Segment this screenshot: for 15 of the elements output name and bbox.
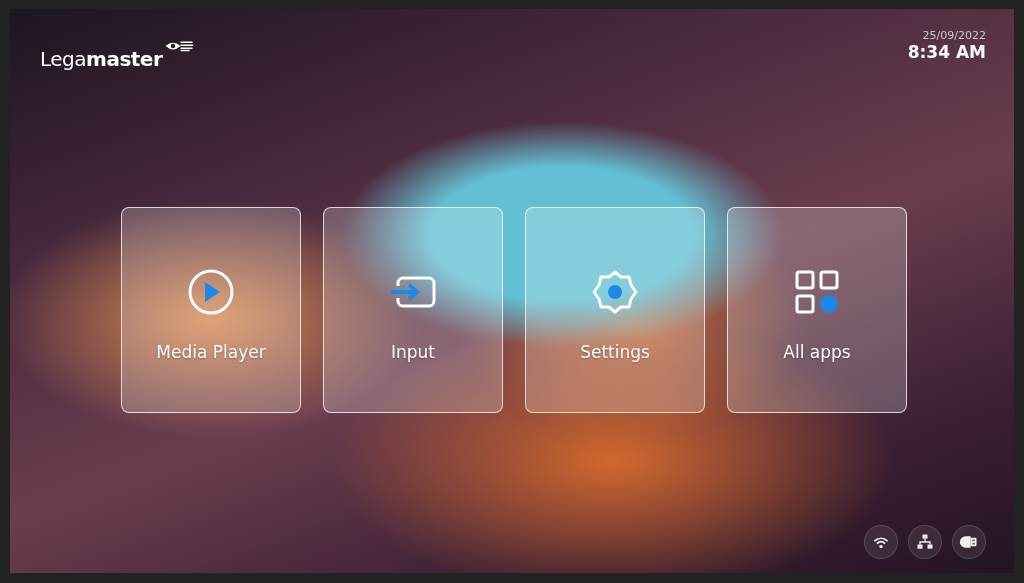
- play-icon: [187, 268, 235, 316]
- eye-hand-icon: [164, 39, 195, 53]
- brand-logo: Legamaster: [40, 47, 163, 71]
- tile-button[interactable]: Settings: [525, 207, 705, 413]
- tile-button[interactable]: Input: [323, 207, 503, 413]
- tile-button[interactable]: Media Player: [121, 207, 301, 413]
- tile-button[interactable]: All apps: [727, 207, 907, 413]
- status-button[interactable]: [908, 525, 942, 559]
- time-label: 8:34 AM: [907, 42, 986, 62]
- network-icon: [915, 532, 935, 552]
- gear-icon: [591, 268, 639, 316]
- apps-grid-icon: [793, 268, 841, 316]
- date-label: 25/09/2022: [922, 29, 986, 42]
- status-button[interactable]: [952, 525, 986, 559]
- status-button[interactable]: [864, 525, 898, 559]
